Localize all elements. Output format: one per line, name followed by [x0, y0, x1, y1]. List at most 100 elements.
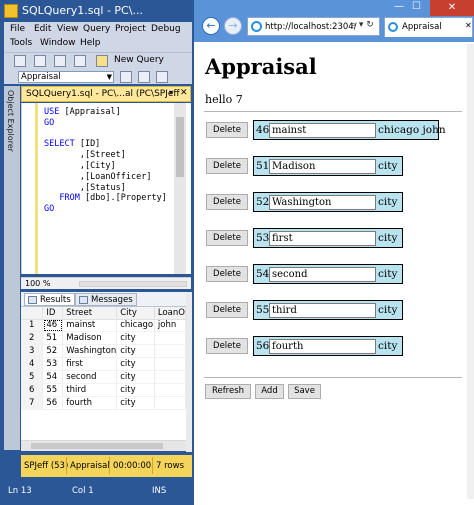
table-row[interactable]: 7 56 fourth city [21, 396, 186, 410]
column-header[interactable]: City [116, 307, 155, 320]
cell-id[interactable]: 46 [42, 319, 64, 333]
cell-id[interactable]: 56 [42, 396, 64, 410]
results-grid[interactable]: ID Street City LoanO 1 46 mainst chicago… [21, 307, 186, 440]
cell-city[interactable]: city [116, 344, 155, 359]
delete-button[interactable]: Delete [206, 302, 248, 318]
street-input[interactable]: third [269, 303, 376, 318]
cell-street[interactable]: fourth [62, 396, 118, 410]
new-query-icon[interactable] [96, 55, 108, 67]
forward-button[interactable]: → [224, 17, 242, 35]
query-document-tab[interactable]: SQLQuery1.sql - PC\...al (PC\SPJeff ▾ ✕ [21, 86, 191, 102]
cell-city[interactable]: city [116, 396, 155, 410]
editor-scroll-thumb[interactable] [176, 117, 184, 177]
editor-hscrollbar[interactable] [79, 281, 187, 287]
address-bar[interactable]: http://localhost:2304/ ⌕ ▾ ↻ [247, 17, 380, 36]
cell-loanofficer[interactable] [154, 331, 186, 346]
debug-icon[interactable] [138, 71, 150, 83]
cell-id[interactable]: 51 [42, 331, 64, 346]
delete-button[interactable]: Delete [206, 338, 248, 354]
street-input[interactable]: fourth [269, 339, 376, 354]
menu-query[interactable]: Query [83, 24, 110, 34]
cell-loanofficer[interactable]: john [154, 319, 186, 333]
cell-street[interactable]: third [62, 383, 118, 397]
window-close-button[interactable]: ✕ [430, 0, 474, 16]
new-query-button[interactable]: New Query [114, 55, 164, 65]
cell-city[interactable]: city [116, 383, 155, 397]
cancel-query-icon[interactable] [156, 71, 168, 83]
grid-hscrollbar[interactable] [21, 440, 186, 451]
menu-debug[interactable]: Debug [151, 24, 181, 34]
search-refresh-icons[interactable]: ⌕ ▾ ↻ [351, 20, 374, 30]
cell-city[interactable]: city [116, 357, 155, 372]
street-input[interactable]: first [269, 231, 376, 246]
cell-id[interactable]: 55 [42, 383, 64, 397]
table-row[interactable]: 6 55 third city [21, 383, 186, 397]
menu-edit[interactable]: Edit [34, 24, 51, 34]
tab-results[interactable]: Results [24, 293, 75, 306]
cell-street[interactable]: mainst [62, 319, 118, 333]
street-input[interactable]: Washington [269, 195, 376, 210]
menu-project[interactable]: Project [115, 24, 146, 34]
object-explorer-panel[interactable]: Object Explorer [4, 86, 20, 450]
pin-icon[interactable]: ▾ [169, 88, 173, 97]
add-button[interactable]: Add [255, 384, 284, 399]
table-row[interactable]: 4 53 first city [21, 357, 186, 372]
cell-street[interactable]: first [62, 357, 118, 372]
table-row[interactable]: 2 51 Madison city [21, 331, 186, 346]
open-file-icon[interactable] [34, 55, 46, 67]
browser-tab[interactable]: Appraisal ✕ [384, 17, 473, 37]
tab-messages[interactable]: Messages [75, 293, 137, 306]
save-icon[interactable] [54, 55, 66, 67]
menu-file[interactable]: File [10, 24, 25, 34]
delete-button[interactable]: Delete [206, 122, 248, 138]
menu-window[interactable]: Window [40, 38, 76, 48]
cell-street[interactable]: Washington [62, 344, 118, 359]
menu-tools[interactable]: Tools [10, 38, 32, 48]
cell-street[interactable]: second [62, 370, 118, 384]
grid-scroll-thumb[interactable] [31, 443, 163, 449]
close-icon[interactable]: ✕ [180, 88, 188, 98]
cell-city[interactable]: city [116, 331, 155, 346]
cell-loanofficer[interactable] [154, 383, 186, 397]
cell-loanofficer[interactable] [154, 370, 186, 384]
zoom-select[interactable]: 100 % [25, 279, 50, 288]
save-all-icon[interactable] [74, 55, 86, 67]
back-button[interactable]: ← [202, 17, 220, 35]
cell-loanofficer[interactable] [154, 357, 186, 372]
query-editor[interactable]: USE [Appraisal] GO SELECT [ID] ,[Street]… [21, 103, 191, 274]
street-input[interactable]: Madison [269, 159, 376, 174]
cell-city[interactable]: city [116, 370, 155, 384]
delete-button[interactable]: Delete [206, 266, 248, 282]
database-select[interactable]: Appraisal ▼ [18, 71, 114, 83]
street-input[interactable]: second [269, 267, 376, 282]
menu-view[interactable]: View [57, 24, 78, 34]
column-header[interactable] [21, 307, 44, 320]
minimize-icon[interactable]: — [394, 1, 404, 12]
page-scrollbar[interactable] [467, 44, 474, 499]
street-input[interactable]: mainst [269, 123, 376, 138]
delete-button[interactable]: Delete [206, 230, 248, 246]
cell-city[interactable]: chicago [116, 319, 155, 333]
menu-help[interactable]: Help [80, 38, 101, 48]
cell-id[interactable]: 52 [42, 344, 64, 359]
table-row[interactable]: 3 52 Washington city [21, 344, 186, 359]
cell-id[interactable]: 53 [42, 357, 64, 372]
cell-street[interactable]: Madison [62, 331, 118, 346]
delete-button[interactable]: Delete [206, 194, 248, 210]
grid-vscrollbar[interactable] [186, 292, 192, 452]
delete-button[interactable]: Delete [206, 158, 248, 174]
table-row[interactable]: 5 54 second city [21, 370, 186, 384]
maximize-icon[interactable]: ☐ [412, 1, 421, 12]
execute-icon[interactable] [120, 71, 132, 83]
refresh-button[interactable]: Refresh [205, 384, 251, 399]
new-file-icon[interactable] [14, 55, 26, 67]
column-header[interactable]: Street [62, 307, 118, 320]
cell-id[interactable]: 54 [42, 370, 64, 384]
table-row[interactable]: 1 46 mainst chicago john [21, 319, 186, 333]
cell-loanofficer[interactable] [154, 344, 186, 359]
column-header[interactable]: LoanO [154, 307, 186, 320]
save-button[interactable]: Save [288, 384, 321, 399]
editor-scrollbar[interactable] [174, 103, 186, 274]
cell-loanofficer[interactable] [154, 396, 186, 410]
close-tab-icon[interactable]: ✕ [465, 21, 472, 30]
